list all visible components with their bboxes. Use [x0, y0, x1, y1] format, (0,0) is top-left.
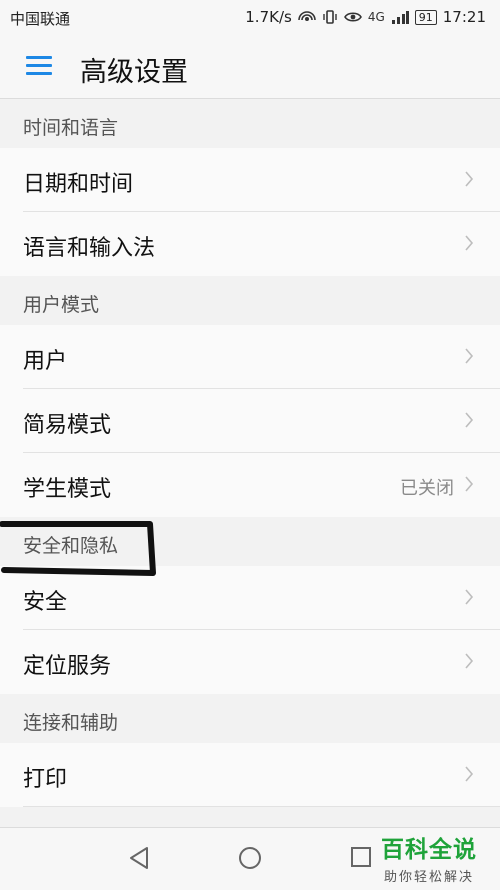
vibrate-icon: [323, 10, 337, 24]
row-status-value: 已关闭: [400, 478, 454, 499]
settings-row-location-services[interactable]: 定位服务: [0, 630, 500, 694]
recents-square-icon[interactable]: [350, 846, 372, 868]
watermark-logo: 百科全说 助你轻松解决: [374, 830, 484, 885]
chevron-right-icon: [465, 348, 474, 364]
watermark-subtitle: 助你轻松解决: [383, 870, 474, 885]
battery-level: 91: [414, 9, 437, 25]
carrier-name: 中国联通: [10, 10, 71, 28]
row-divider: [23, 806, 500, 807]
settings-row-language-input[interactable]: 语言和输入法: [0, 212, 500, 276]
settings-list: 时间和语言 日期和时间 语言和输入法 用户模式 用户 简易模式 学生模式 已关闭…: [0, 99, 500, 807]
row-label: 用户: [23, 349, 68, 374]
hamburger-menu-icon[interactable]: [26, 56, 52, 76]
section-header-time-language: 时间和语言: [0, 99, 500, 148]
section-header-user-mode: 用户模式: [0, 276, 500, 325]
row-label: 学生模式: [23, 477, 112, 502]
settings-row-date-time[interactable]: 日期和时间: [0, 148, 500, 212]
section-header-security-privacy: 安全和隐私: [0, 517, 500, 566]
settings-row-simple-mode[interactable]: 简易模式: [0, 389, 500, 453]
eye-icon: [343, 12, 362, 22]
settings-row-student-mode[interactable]: 学生模式 已关闭: [0, 453, 500, 517]
row-label: 安全: [23, 590, 68, 615]
status-bar: 中国联通 1.7K/s 4G 91 17:21: [0, 0, 500, 34]
chevron-right-icon: [465, 412, 474, 428]
settings-row-users[interactable]: 用户: [0, 325, 500, 389]
chevron-right-icon: [465, 171, 474, 187]
back-triangle-icon[interactable]: [128, 846, 150, 870]
row-label: 语言和输入法: [23, 236, 156, 261]
hotspot-icon: [298, 11, 316, 21]
section-header-connect-assist: 连接和辅助: [0, 694, 500, 743]
app-bar: 高级设置: [0, 34, 500, 99]
settings-row-print[interactable]: 打印: [0, 743, 500, 807]
network-speed: 1.7K/s: [245, 8, 292, 26]
row-label: 打印: [23, 767, 68, 792]
page-title: 高级设置: [80, 57, 188, 88]
status-time: 17:21: [442, 8, 486, 26]
chevron-right-icon: [465, 476, 474, 492]
chevron-right-icon: [465, 766, 474, 782]
chevron-right-icon: [465, 235, 474, 251]
status-icons: 1.7K/s 4G 91 17:21: [245, 8, 486, 26]
watermark-title: 百科全说: [381, 837, 477, 863]
row-label: 简易模式: [23, 413, 112, 438]
row-label: 日期和时间: [23, 172, 134, 197]
home-circle-icon[interactable]: [238, 846, 262, 870]
settings-row-security[interactable]: 安全: [0, 566, 500, 630]
signal-icon: [391, 11, 409, 24]
chevron-right-icon: [465, 653, 474, 669]
network-type: 4G: [367, 10, 385, 24]
chevron-right-icon: [465, 589, 474, 605]
row-label: 定位服务: [23, 654, 112, 679]
